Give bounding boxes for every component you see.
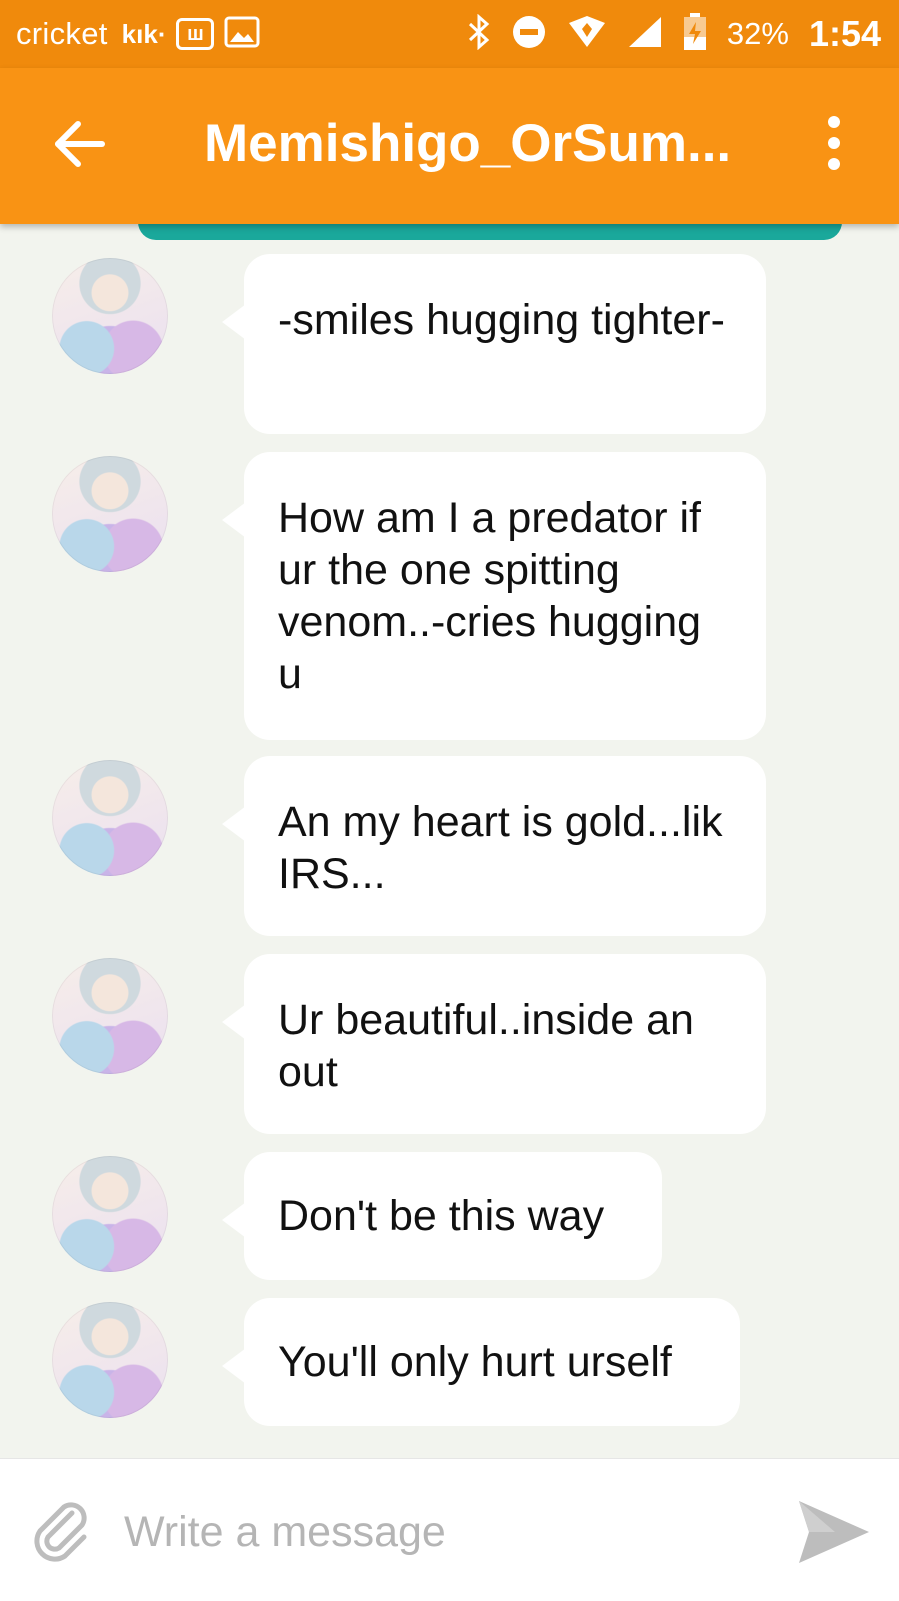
message-text: Ur beautiful..inside an out (278, 996, 694, 1096)
message-bubble[interactable]: -smiles hugging tighter- (222, 254, 766, 434)
avatar[interactable] (52, 1302, 168, 1418)
message-text: -smiles hugging tighter- (278, 296, 725, 344)
do-not-disturb-icon (511, 14, 547, 55)
whatsapp-box-icon: ш (176, 18, 215, 50)
battery-percent: 32% (726, 16, 789, 51)
avatar[interactable] (52, 958, 168, 1074)
avatar[interactable] (52, 1156, 168, 1272)
message-text: You'll only hurt urself (278, 1338, 672, 1386)
message-bubble[interactable]: An my heart is gold...lik IRS... (222, 756, 766, 936)
message-text: Don't be this way (278, 1192, 605, 1240)
message-bubble[interactable]: How am I a predator if ur the one spitti… (222, 452, 766, 740)
send-button[interactable] (795, 1493, 873, 1571)
status-left-group: cricket kık· ш (16, 0, 260, 68)
status-bar: cricket kık· ш 32% 1:54 (0, 0, 899, 68)
bluetooth-icon (467, 13, 491, 55)
avatar[interactable] (52, 258, 168, 374)
carrier-label: cricket (16, 16, 108, 51)
image-icon (224, 16, 260, 53)
avatar[interactable] (52, 760, 168, 876)
battery-icon (683, 12, 707, 56)
paperclip-icon (34, 1502, 87, 1562)
message-bubble[interactable]: Don't be this way (222, 1152, 662, 1280)
conversation-title[interactable]: Memishigo_OrSum... (204, 110, 744, 178)
signal-icon (627, 15, 663, 54)
more-options-button[interactable] (819, 116, 849, 174)
message-text: An my heart is gold...lik IRS... (278, 798, 723, 898)
more-vert-icon (828, 116, 840, 128)
message-text: How am I a predator if ur the one spitti… (278, 494, 702, 698)
message-bubble[interactable]: Ur beautiful..inside an out (222, 954, 766, 1134)
back-button[interactable] (50, 112, 114, 176)
compose-bar (0, 1458, 899, 1601)
kik-notification-label: kık· (121, 18, 167, 49)
attach-button[interactable] (26, 1495, 98, 1567)
arrow-left-icon (55, 121, 105, 167)
clock: 1:54 (808, 13, 881, 54)
send-icon (799, 1501, 869, 1563)
message-bubble[interactable]: You'll only hurt urself (222, 1298, 740, 1426)
status-right-group: 32% 1:54 (467, 0, 881, 68)
app-bar: Memishigo_OrSum... (0, 68, 899, 224)
message-input[interactable] (122, 1499, 746, 1565)
wifi-icon (567, 15, 607, 54)
avatar[interactable] (52, 456, 168, 572)
